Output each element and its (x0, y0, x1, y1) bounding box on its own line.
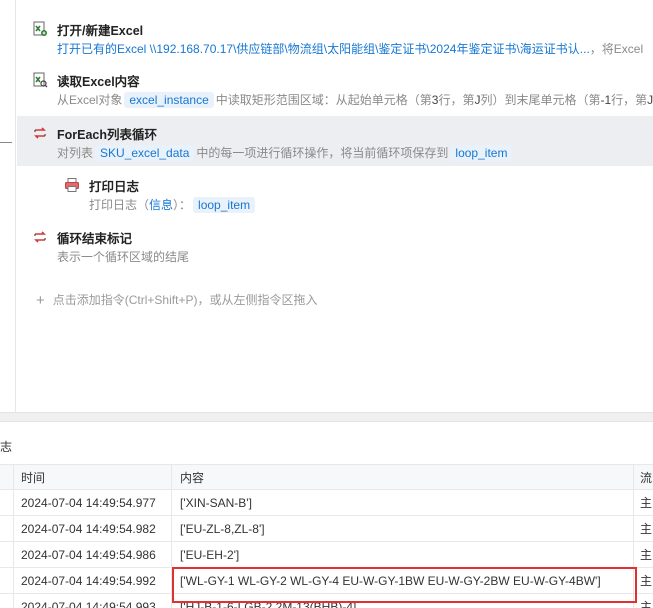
header-cell-index (0, 465, 14, 491)
step-description: 打印日志（信息）： loop_item (89, 196, 649, 213)
add-instruction-hint[interactable]: + 点击添加指令(Ctrl+Shift+P)，或从左侧指令区拖入 (36, 291, 318, 309)
time-cell: 2024-07-04 14:49:54.977 (14, 490, 172, 516)
print-icon (64, 177, 80, 193)
desc-text: 行，第 (438, 93, 475, 107)
flow-cell: 主 (640, 496, 653, 510)
excel-open-icon (32, 21, 48, 37)
loop-icon (32, 125, 48, 141)
desc-value: J (647, 93, 653, 107)
step-title: ForEach列表循环 (57, 128, 158, 142)
step-description: 从Excel对象 excel_instance 中读取矩形范围区域：从起始单元格（第… (57, 91, 653, 108)
table-row[interactable]: 2024-07-04 14:49:54.977 ['XIN-SAN-B'] 主 (0, 490, 653, 516)
editor-gutter (0, 0, 16, 412)
variable-chip[interactable]: excel_instance (124, 92, 214, 108)
flow-cell: 主 (640, 522, 653, 536)
header-cell-content[interactable]: 内容 (172, 465, 634, 491)
desc-tail: ，将Excel (589, 42, 644, 56)
plus-icon: + (36, 292, 45, 309)
excel-read-icon (32, 72, 48, 88)
step-print-log[interactable]: 打印日志 打印日志（信息）： loop_item (17, 168, 653, 218)
row-index-cell (0, 568, 14, 594)
add-hint-text: 点击添加指令(Ctrl+Shift+P)，或从左侧指令区拖入 (52, 293, 318, 307)
header-cell-time[interactable]: 时间 (14, 465, 172, 491)
step-loop-end[interactable]: 循环结束标记 表示一个循环区域的结尾 (17, 220, 653, 270)
step-foreach-loop[interactable]: ForEach列表循环 对列表 SKU_excel_data 中的每一项进行循环操作… (17, 116, 653, 166)
row-index-cell (0, 490, 14, 516)
step-title: 打开/新建Excel (57, 24, 144, 38)
desc-text: 行，第 (611, 93, 648, 107)
time-cell: 2024-07-04 14:49:54.986 (14, 542, 172, 568)
log-panel-title: 志 (0, 440, 13, 454)
step-read-excel[interactable]: 读取Excel内容 从Excel对象 excel_instance 中读取矩形范围区… (17, 63, 653, 113)
step-open-excel[interactable]: 打开/新建Excel 打开已有的Excel \\192.168.70.17\供应… (17, 12, 653, 62)
desc-prefix: 打印日志（ (89, 198, 150, 212)
row-index-cell (0, 594, 14, 608)
desc-text: 中读取矩形范围区域：从起始单元格（第 (215, 93, 432, 107)
excel-path-link[interactable]: 打开已有的Excel \\192.168.70.17\供应链部\物流组\太阳能组… (57, 42, 590, 56)
desc-text: ）： (173, 198, 192, 212)
collapse-marker[interactable] (0, 142, 12, 143)
flow-editor: 打开/新建Excel 打开已有的Excel \\192.168.70.17\供应… (0, 0, 653, 412)
desc-text: 中的每一项进行循环操作，将当前循环项保存到 (196, 146, 449, 160)
row-index-cell (0, 516, 14, 542)
step-title: 打印日志 (89, 180, 140, 194)
loop-end-icon (32, 229, 48, 245)
log-level-link[interactable]: 信息 (149, 198, 173, 212)
annotation-highlight-box (172, 567, 637, 603)
desc-value: -1 (600, 93, 612, 107)
step-description: 表示一个循环区域的结尾 (57, 250, 190, 264)
variable-chip[interactable]: loop_item (193, 197, 256, 213)
header-cell-flow[interactable]: 流 (634, 465, 653, 491)
flow-cell: 主 (640, 548, 653, 562)
time-cell: 2024-07-04 14:49:54.993 (14, 594, 172, 608)
step-description: 对列表 SKU_excel_data 中的每一项进行循环操作，将当前循环项保存到 lo… (57, 144, 653, 161)
row-index-cell (0, 542, 14, 568)
variable-chip[interactable]: SKU_excel_data (95, 145, 195, 161)
content-cell: ['EU-EH-2'] (172, 542, 634, 568)
step-title: 读取Excel内容 (57, 75, 140, 89)
table-row[interactable]: 2024-07-04 14:49:54.986 ['EU-EH-2'] 主 (0, 542, 653, 568)
variable-chip[interactable]: loop_item (450, 145, 513, 161)
time-cell: 2024-07-04 14:49:54.992 (14, 568, 172, 594)
desc-text: 列）到末尾单元格（第 (480, 93, 601, 107)
desc-prefix: 对列表 (57, 146, 94, 160)
table-row[interactable]: 2024-07-04 14:49:54.982 ['EU-ZL-8,ZL-8']… (0, 516, 653, 542)
content-cell: ['EU-ZL-8,ZL-8'] (172, 516, 634, 542)
time-cell: 2024-07-04 14:49:54.982 (14, 516, 172, 542)
step-title: 循环结束标记 (57, 232, 133, 246)
content-cell: ['XIN-SAN-B'] (172, 490, 634, 516)
desc-prefix: 从Excel对象 (57, 93, 123, 107)
table-header: 时间 内容 流 (0, 464, 653, 491)
panel-splitter[interactable] (0, 412, 653, 422)
step-description: 打开已有的Excel \\192.168.70.17\供应链部\物流组\太阳能组… (57, 40, 653, 57)
